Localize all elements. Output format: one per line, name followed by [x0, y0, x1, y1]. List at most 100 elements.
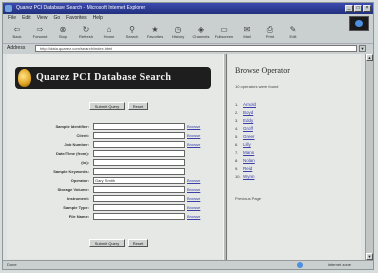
status-text: Done [7, 262, 17, 267]
list-item: 4. Groff [235, 126, 253, 131]
operator-link[interactable]: Arnold [243, 102, 256, 107]
date-from-input[interactable] [93, 150, 185, 157]
toolbar-channels-button[interactable]: ◈ Channels [191, 23, 211, 43]
toolbar-history-button[interactable]: ◷ History [168, 23, 188, 43]
forward-arrow-icon: ⇨ [36, 25, 44, 34]
toolbar-home-button[interactable]: ⌂ Home [99, 23, 119, 43]
page-content: Quarez PCI Database Search Submit Query … [3, 54, 373, 260]
submit-query-button-top[interactable]: Submit Query [89, 102, 125, 110]
job-number-input[interactable] [93, 141, 185, 148]
operator-link[interactable]: Reid [243, 166, 252, 171]
list-item: 9. Reid [235, 166, 253, 171]
list-item: 1. Arnold [235, 102, 257, 107]
minimize-button[interactable]: _ [345, 5, 353, 12]
operator-link[interactable]: Greer [243, 134, 255, 139]
date-to-input[interactable] [93, 159, 185, 166]
operator-link[interactable]: Lilly [243, 142, 251, 147]
toolbar-forward-button[interactable]: ⇨ Forward [30, 23, 50, 43]
browse-title: Browse Operator [235, 66, 290, 75]
browse-link[interactable]: Browse [187, 177, 200, 184]
window-controls: _ □ × [345, 5, 371, 12]
reset-button-top[interactable]: Reset [128, 102, 148, 110]
address-label: Address [7, 45, 26, 51]
browse-link[interactable]: Browse [187, 141, 200, 148]
storage-volume-input[interactable] [93, 186, 185, 193]
operator-link[interactable]: Eddy [243, 118, 253, 123]
field-label: Sample Identifier: [55, 124, 89, 129]
client-input[interactable] [93, 132, 185, 139]
toolbar: ⇦ Back ⇨ Forward ⊗ Stop ↻ Refresh ⌂ Home ⚲ Sea… [3, 23, 373, 43]
browser-window: Quarez PCI Database Search - Microsoft I… [2, 2, 374, 270]
close-button[interactable]: × [363, 5, 371, 12]
vertical-scrollbar[interactable]: ▲ ▼ [365, 54, 373, 260]
operator-link[interactable]: Groff [243, 126, 253, 131]
sample-keywords-input[interactable] [93, 168, 185, 175]
toolbar-refresh-button[interactable]: ↻ Refresh [76, 23, 96, 43]
file-name-input[interactable] [93, 213, 185, 220]
scroll-down-arrow-icon[interactable]: ▼ [366, 253, 373, 260]
submit-query-button-bottom[interactable]: Submit Query [89, 239, 125, 247]
toolbar-edit-button[interactable]: ✎ Edit [283, 23, 303, 43]
operator-input[interactable]: Gary Smith [93, 177, 185, 184]
address-dropdown-icon[interactable]: ▼ [359, 45, 366, 52]
browse-link[interactable]: Browse [187, 204, 200, 211]
list-item: 5. Greer [235, 134, 255, 139]
reset-button-bottom[interactable]: Reset [128, 239, 148, 247]
browse-link[interactable]: Browse [187, 213, 200, 220]
mail-icon: ✉ [243, 25, 251, 34]
browse-link[interactable]: Browse [187, 195, 200, 202]
address-bar: Address http://data.quarez.com/search/in… [3, 43, 373, 53]
print-icon: ⎙ [266, 25, 274, 34]
refresh-icon: ↻ [82, 25, 90, 34]
menu-favorites[interactable]: Favorites [66, 14, 87, 23]
banner-title: Quarez PCI Database Search [36, 72, 172, 83]
window-title: Quarez PCI Database Search - Microsoft I… [16, 5, 146, 11]
field-label: File Name: [68, 214, 89, 219]
address-input[interactable]: http://data.quarez.com/search/index.html [35, 45, 357, 52]
instrument-input[interactable] [93, 195, 185, 202]
menu-edit[interactable]: Edit [22, 14, 31, 23]
sample-identifier-input[interactable] [93, 123, 185, 130]
menu-help[interactable]: Help [93, 14, 103, 23]
previous-page-link[interactable]: Previous Page [235, 196, 261, 202]
search-banner: Quarez PCI Database Search [15, 67, 211, 89]
toolbar-favorites-button[interactable]: ★ Favorites [145, 23, 165, 43]
operator-link[interactable]: Wynn [243, 174, 254, 179]
edit-icon: ✎ [289, 25, 297, 34]
browse-link[interactable]: Browse [187, 123, 200, 130]
menu-file[interactable]: File [8, 14, 16, 23]
field-label: Sample Keywords: [53, 169, 89, 174]
channels-icon: ◈ [197, 25, 205, 34]
back-arrow-icon: ⇦ [13, 25, 21, 34]
field-label: Sample Type: [63, 205, 89, 210]
browse-result-count: 10 operators were found [235, 84, 279, 89]
toolbar-fullscreen-button[interactable]: ▭ Fullscreen [214, 23, 234, 43]
status-bar: Done Internet zone [3, 260, 373, 269]
ie-icon [5, 5, 12, 12]
maximize-button[interactable]: □ [354, 5, 362, 12]
sample-type-input[interactable] [93, 204, 185, 211]
list-item: 3. Eddy [235, 118, 254, 123]
security-zone-label: Internet zone [327, 262, 351, 267]
menu-view[interactable]: View [37, 14, 48, 23]
list-item: 7. Mann [235, 150, 255, 155]
list-item: 2. Boyd [235, 110, 254, 115]
toolbar-mail-button[interactable]: ✉ Mail [237, 23, 257, 43]
operator-link[interactable]: Nolan [243, 158, 255, 163]
browse-link[interactable]: Browse [187, 132, 200, 139]
toolbar-print-button[interactable]: ⎙ Print [260, 23, 280, 43]
title-bar: Quarez PCI Database Search - Microsoft I… [3, 3, 373, 14]
menu-go[interactable]: Go [53, 14, 60, 23]
field-label: Date/Time (from): [55, 151, 89, 156]
toolbar-back-button[interactable]: ⇦ Back [7, 23, 27, 43]
operator-link[interactable]: Boyd [243, 110, 253, 115]
frame-splitter[interactable] [223, 54, 227, 260]
toolbar-stop-button[interactable]: ⊗ Stop [53, 23, 73, 43]
scroll-up-arrow-icon[interactable]: ▲ [366, 54, 373, 61]
field-label: (to): [81, 160, 89, 165]
search-frame: Quarez PCI Database Search Submit Query … [7, 54, 223, 259]
browse-link[interactable]: Browse [187, 186, 200, 193]
toolbar-search-button[interactable]: ⚲ Search [122, 23, 142, 43]
operator-link[interactable]: Mann [243, 150, 254, 155]
list-item: 8. Nolan [235, 158, 255, 163]
